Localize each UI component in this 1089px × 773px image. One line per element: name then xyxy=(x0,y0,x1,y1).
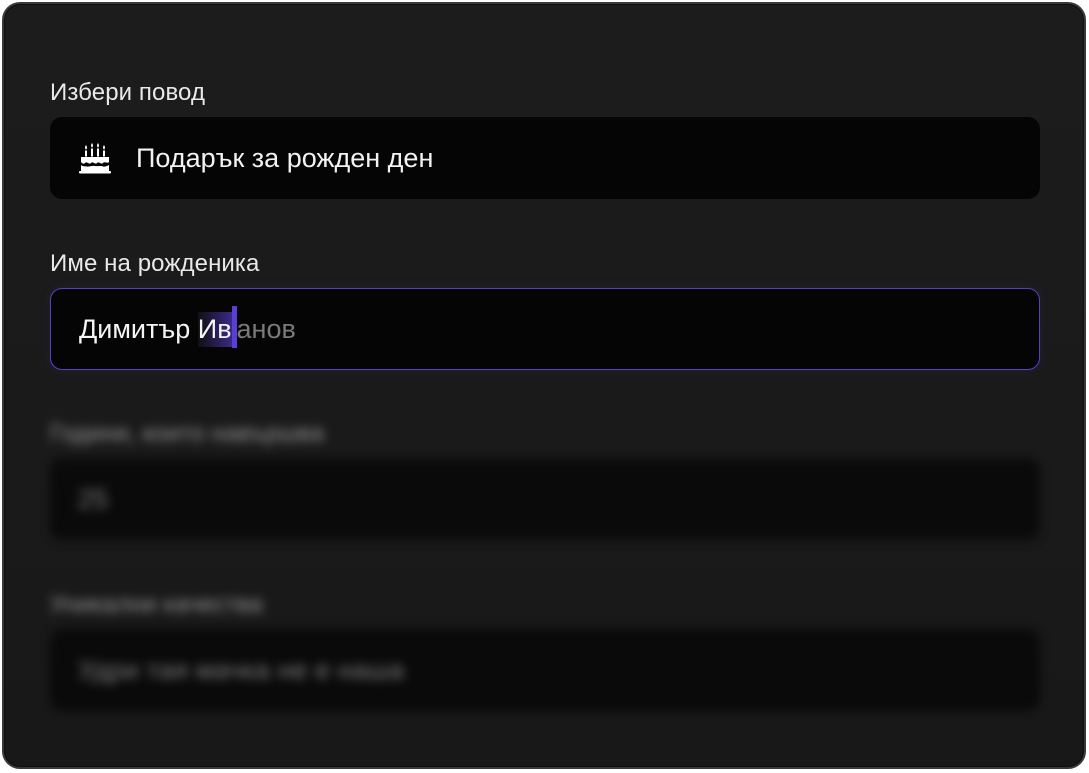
name-input[interactable]: Димитър Ив анов xyxy=(50,288,1040,370)
birthday-form-card: Избери повод Подарък за рожден ден Име н… xyxy=(2,2,1086,769)
occasion-select[interactable]: Подарък за рожден ден xyxy=(50,117,1040,199)
name-selected-text: Ив xyxy=(197,311,232,347)
qualities-input[interactable]: Удри тая мачка не е наша xyxy=(50,629,1040,711)
name-label: Име на рожденика xyxy=(50,250,260,277)
age-input[interactable]: 25 xyxy=(50,458,1040,540)
occasion-value: Подарък за рожден ден xyxy=(136,142,434,173)
birthday-cake-icon xyxy=(78,141,112,175)
qualities-value: Удри тая мачка не е наша xyxy=(78,654,405,685)
qualities-label: Уникални качества xyxy=(50,591,263,618)
qualities-field: Уникални качества Удри тая мачка не е на… xyxy=(50,590,1040,711)
age-label: Години, които навършва xyxy=(50,420,325,447)
name-autocomplete-suggestion: анов xyxy=(236,313,296,344)
name-field: Име на рожденика Димитър Ив анов xyxy=(50,249,1040,370)
name-typed-text: Димитър xyxy=(79,313,198,344)
age-field: Години, които навършва 25 xyxy=(50,419,1040,540)
age-value: 25 xyxy=(78,483,109,514)
occasion-field: Избери повод Подарък за рожден ден xyxy=(50,78,1040,199)
occasion-label: Избери повод xyxy=(50,79,206,106)
